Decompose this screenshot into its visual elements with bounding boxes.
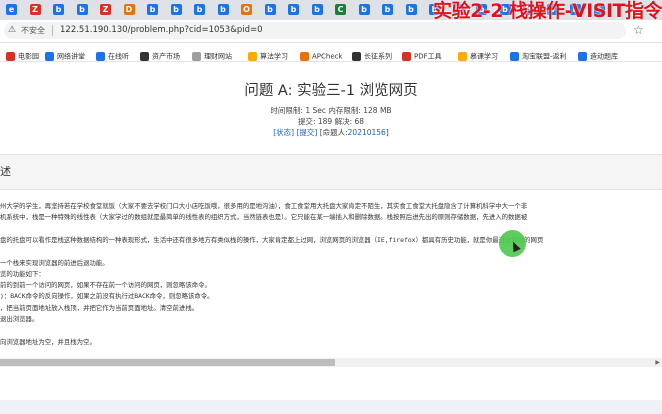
- url-text[interactable]: 122.51.190.130/problem.php?cid=1053&pid=…: [60, 24, 263, 37]
- tab-favicon-icon[interactable]: b: [405, 4, 417, 15]
- tab-favicon-icon[interactable]: D: [123, 4, 135, 15]
- bookmark-favicon-icon: [6, 52, 15, 61]
- status-link[interactable]: [状态]: [273, 128, 294, 137]
- bookmark-item[interactable]: 电影园: [6, 46, 39, 61]
- description-line: 览的功能如下：: [0, 269, 45, 278]
- address-bar[interactable]: ⚠ 不安全 122.51.190.130/problem.php?cid=105…: [4, 22, 626, 39]
- description-line: 州大学的学生，再坚持若在学校食堂就饭（大家不要去学校门口大小店吃饭哦，很多用的是…: [0, 202, 528, 210]
- video-overlay-title: 实验2-2 栈操作-VISIT指令: [433, 0, 662, 20]
- creator-suffix: ]: [385, 128, 389, 137]
- bookmark-label: 网络讲堂: [57, 52, 85, 61]
- tab-favicon-icon[interactable]: b: [311, 4, 323, 15]
- bookmark-item[interactable]: APCheck: [300, 46, 343, 61]
- bookmark-favicon-icon: [248, 52, 257, 61]
- bookmark-label: 电影园: [18, 52, 39, 61]
- tab-favicon-icon[interactable]: b: [288, 4, 299, 15]
- tab-favicon-icon[interactable]: b: [170, 4, 182, 15]
- page-title: 问题 A: 实验三-1 浏览网页: [244, 83, 418, 99]
- tab-favicon-icon[interactable]: b: [264, 4, 276, 15]
- tab-favicon-icon[interactable]: Z: [29, 4, 41, 15]
- bookmarks-bar: 电影园 网络讲堂 在线听 资产市场 理财网站 算法学习 APCheck 长征系列 PDF工具 慕课…: [0, 43, 662, 62]
- tab-favicon-icon[interactable]: b: [147, 4, 158, 15]
- bookmark-label: PDF工具: [414, 52, 442, 61]
- bookmark-favicon-icon: [578, 52, 587, 61]
- bookmark-item[interactable]: PDF工具: [402, 46, 442, 61]
- page-content: 问题 A: 实验三-1 浏览网页 时间限制: 1 Sec 内存限制: 128 M…: [0, 62, 662, 414]
- description-line: 向浏览器地址为空，并且栈为空。: [0, 337, 96, 346]
- bookmark-item[interactable]: 造动题库: [578, 46, 618, 61]
- bookmark-item[interactable]: 在线听: [96, 46, 129, 61]
- bookmark-label: 资产市场: [152, 52, 180, 61]
- tab-favicon-icon[interactable]: b: [217, 4, 229, 15]
- warning-icon[interactable]: ⚠: [8, 24, 16, 37]
- security-label[interactable]: 不安全: [21, 24, 45, 37]
- description-line: 一个栈来实现浏览器的前进后退功能。: [0, 258, 109, 267]
- description-line: 前的到前一个访问的网页，如果不存在前一个访问的网页，则忽略该命令。: [0, 281, 211, 290]
- bookmark-star-icon[interactable]: ☆: [633, 22, 644, 39]
- bookmark-label: 算法学习: [260, 52, 288, 61]
- bookmark-favicon-icon: [192, 52, 201, 61]
- bottom-band: [0, 400, 662, 414]
- tab-favicon-icon[interactable]: b: [358, 4, 370, 15]
- bookmark-label: APCheck: [312, 52, 343, 61]
- description-line: 退出浏览器。: [0, 315, 39, 323]
- tab-favicon-icon[interactable]: b: [53, 4, 64, 15]
- bookmark-item[interactable]: 慕课学习: [458, 46, 498, 61]
- tab-favicon-icon[interactable]: b: [382, 4, 393, 15]
- bookmark-item[interactable]: 淘宝联盟-返利: [510, 46, 567, 61]
- address-separator: [52, 25, 53, 36]
- bookmark-label: 理财网站: [204, 52, 232, 61]
- description-section-header: 述: [0, 154, 662, 190]
- section-heading: 述: [0, 165, 11, 178]
- description-line: 盘的托盘可以看作是栈这种数据结构的一种表现形式，生活中还有很多地方有类似栈的操作…: [0, 235, 544, 244]
- bookmark-favicon-icon: [458, 52, 467, 61]
- address-bar-row: ⚠ 不安全 122.51.190.130/problem.php?cid=105…: [0, 20, 662, 43]
- bookmark-favicon-icon: [140, 52, 149, 61]
- tab-strip: eZbbZDbbbbObbbCbbbbbbbbbbb 实验2-2 栈操作-VIS…: [0, 0, 662, 20]
- stats-text: 提交: 189 解决: 68: [297, 117, 365, 126]
- bookmark-favicon-icon: [300, 52, 309, 61]
- tab-favicon-icon[interactable]: Z: [100, 4, 111, 15]
- horizontal-scrollbar[interactable]: ▶: [0, 358, 662, 367]
- scroll-right-icon[interactable]: ▶: [655, 358, 660, 367]
- bookmark-favicon-icon: [402, 52, 411, 61]
- bookmark-label: 在线听: [108, 52, 129, 61]
- bookmark-item[interactable]: 理财网站: [192, 46, 232, 61]
- submit-link[interactable]: [提交]: [296, 128, 317, 137]
- links-row: [状态] [提交] [命题人:20210156]: [0, 128, 662, 138]
- scrollbar-thumb[interactable]: [0, 359, 335, 366]
- bookmark-label: 造动题库: [590, 52, 618, 61]
- bookmark-label: 慕课学习: [470, 52, 498, 61]
- bookmark-label: 淘宝联盟-返利: [522, 52, 567, 61]
- tab-favicon-icon[interactable]: b: [194, 4, 205, 15]
- tab-favicon-icon[interactable]: e: [6, 4, 17, 15]
- tab-favicon-icon[interactable]: C: [335, 4, 346, 15]
- bookmark-label: 长征系列: [364, 52, 392, 61]
- creator-prefix: [命题人:: [319, 128, 348, 137]
- bookmark-item[interactable]: 网络讲堂: [45, 46, 85, 61]
- description-line: )：BACK命令的反向操作，如果之前没有执行过BACK命令，则忽略该命令。: [0, 292, 214, 301]
- bookmark-favicon-icon: [45, 52, 54, 61]
- tab-favicon-icon[interactable]: b: [76, 4, 88, 15]
- bookmark-item[interactable]: 长征系列: [352, 46, 392, 61]
- bookmark-favicon-icon: [96, 52, 105, 61]
- limits-text: 时间限制: 1 Sec 内存限制: 128 MB: [270, 106, 392, 115]
- bookmark-favicon-icon: [352, 52, 361, 61]
- bookmark-item[interactable]: 算法学习: [248, 46, 288, 61]
- tab-favicon-icon[interactable]: O: [241, 4, 252, 15]
- creator-link[interactable]: 20210156: [348, 128, 386, 137]
- description-line: ，把当前页面地址放入栈顶，并把它作为当前页面地址。清空前进栈。: [0, 303, 199, 312]
- description-line: 机系统中，栈是一种特殊的线性表（大家学过的数组就是最简单的线性表的组织方式，当然…: [0, 213, 528, 222]
- bookmark-favicon-icon: [510, 52, 519, 61]
- bookmark-item[interactable]: 资产市场: [140, 46, 180, 61]
